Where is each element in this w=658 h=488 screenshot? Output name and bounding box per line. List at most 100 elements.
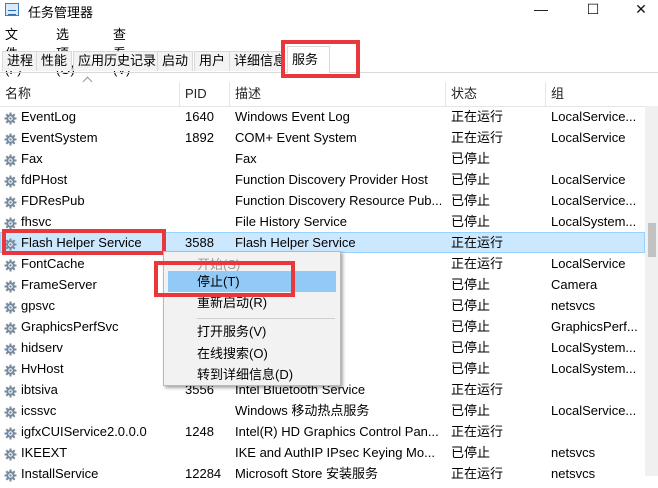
tab-services[interactable]: 服务 <box>287 46 330 73</box>
menu-search-online[interactable]: 在线搜索(O) <box>164 343 340 364</box>
service-gear-icon <box>4 383 17 398</box>
service-description: Flash Helper Service <box>235 235 356 250</box>
service-status: 已停止 <box>451 193 491 208</box>
service-status: 已停止 <box>451 319 491 334</box>
column-description[interactable]: 描述 <box>230 82 446 106</box>
service-gear-icon <box>4 467 17 482</box>
service-pid: 12284 <box>185 466 222 481</box>
tab-app-history[interactable]: 应用历史记录 <box>73 51 162 71</box>
service-status: 已停止 <box>451 172 491 187</box>
service-gear-icon <box>4 194 17 209</box>
service-name: fhsvc <box>21 214 52 229</box>
service-name: Flash Helper Service <box>21 235 142 250</box>
service-name: Fax <box>21 151 43 166</box>
menu-go-to-details[interactable]: 转到详细信息(D) <box>164 364 340 385</box>
table-row[interactable]: EventLog 1640 Windows Event Log 正在运行 LocalSe… <box>0 106 645 127</box>
menu-restart[interactable]: 重新启动(R) <box>164 292 340 313</box>
table-row[interactable]: icssvc Windows 移动热点服务 已停止 LocalService... <box>0 400 645 421</box>
service-pid: 3588 <box>185 235 214 250</box>
service-description: File History Service <box>235 214 347 229</box>
service-status: 已停止 <box>451 361 491 376</box>
service-description: Microsoft Store 安装服务 <box>235 466 379 481</box>
table-row[interactable]: Flash Helper Service 3588 Flash Helper Ser… <box>0 232 645 253</box>
table-row[interactable]: igfxCUIService2.0.0.0 1248 Intel(R) HD Gra… <box>0 421 645 442</box>
menu-stop[interactable]: 停止(T) <box>168 271 336 292</box>
service-group: netsvcs <box>551 298 596 313</box>
window-title: 任务管理器 <box>28 5 94 20</box>
service-gear-icon <box>4 236 17 251</box>
service-name: FrameServer <box>21 277 97 292</box>
service-group: Camera <box>551 277 598 292</box>
tab-processes[interactable]: 进程 <box>2 51 39 71</box>
service-group: netsvcs <box>551 466 596 481</box>
service-status: 正在运行 <box>451 235 504 250</box>
service-name: HvHost <box>21 361 64 376</box>
tab-details[interactable]: 详细信息 <box>229 51 284 71</box>
minimize-button[interactable]: — <box>518 0 564 20</box>
service-status: 已停止 <box>451 151 491 166</box>
service-group: GraphicsPerf... <box>551 319 638 334</box>
context-menu: 开始(S) 停止(T) 重新启动(R) 打开服务(V) 在线搜索(O) 转到详细… <box>163 251 341 386</box>
table-row[interactable]: InstallService 12284 Microsoft Store 安装服务 正… <box>0 463 645 484</box>
table-row[interactable]: IKEEXT IKE and AuthIP IPsec Keying Mo... 已… <box>0 442 645 463</box>
table-row[interactable]: EventSystem 1892 COM+ Event System 正在运行 Loca… <box>0 127 645 148</box>
service-status: 正在运行 <box>451 256 504 271</box>
table-row[interactable]: fhsvc File History Service 已停止 LocalSystem.… <box>0 211 645 232</box>
service-name: gpsvc <box>21 298 55 313</box>
service-gear-icon <box>4 425 17 440</box>
service-group: LocalSystem... <box>551 340 637 355</box>
scrollbar-thumb[interactable] <box>648 223 656 257</box>
service-status: 已停止 <box>451 214 491 229</box>
service-gear-icon <box>4 404 17 419</box>
tab-startup[interactable]: 启动 <box>157 51 194 71</box>
service-status: 已停止 <box>451 340 491 355</box>
service-gear-icon <box>4 362 17 377</box>
service-gear-icon <box>4 320 17 335</box>
service-gear-icon <box>4 299 17 314</box>
service-gear-icon <box>4 173 17 188</box>
column-status[interactable]: 状态 <box>446 82 546 106</box>
menu-separator <box>197 318 335 319</box>
service-gear-icon <box>4 152 17 167</box>
vertical-scrollbar[interactable] <box>645 106 658 476</box>
service-status: 正在运行 <box>451 109 504 124</box>
title-bar: 任务管理器 — ☐ ✕ <box>0 0 658 20</box>
column-pid[interactable]: PID <box>180 82 230 106</box>
service-gear-icon <box>4 446 17 461</box>
tab-performance[interactable]: 性能 <box>36 51 73 71</box>
service-gear-icon <box>4 131 17 146</box>
service-status: 已停止 <box>451 277 491 292</box>
service-description: Fax <box>235 151 257 166</box>
service-group: LocalSystem... <box>551 214 637 229</box>
service-pid: 1892 <box>185 130 214 145</box>
service-name: InstallService <box>21 466 99 481</box>
service-name: EventLog <box>21 109 76 124</box>
service-group: LocalService <box>551 172 626 187</box>
tab-bar: 进程 性能 应用历史记录 启动 用户 详细信息 服务 <box>0 44 658 73</box>
service-status: 正在运行 <box>451 130 504 145</box>
table-row[interactable]: fdPHost Function Discovery Provider Host 已… <box>0 169 645 190</box>
tab-users[interactable]: 用户 <box>194 51 231 71</box>
table-row[interactable]: FDResPub Function Discovery Resource Pub.… <box>0 190 645 211</box>
column-header: 名称 PID 描述 状态 组 <box>0 82 658 107</box>
service-gear-icon <box>4 341 17 356</box>
service-status: 已停止 <box>451 298 491 313</box>
table-row[interactable]: Fax Fax 已停止 <box>0 148 645 169</box>
service-name: hidserv <box>21 340 63 355</box>
service-group: LocalSystem... <box>551 361 637 376</box>
close-button[interactable]: ✕ <box>618 0 658 20</box>
service-gear-icon <box>4 257 17 272</box>
maximize-button[interactable]: ☐ <box>570 0 616 20</box>
service-status: 已停止 <box>451 403 491 418</box>
service-gear-icon <box>4 215 17 230</box>
menu-open-services[interactable]: 打开服务(V) <box>164 321 340 342</box>
service-description: IKE and AuthIP IPsec Keying Mo... <box>235 445 435 460</box>
service-pid: 1640 <box>185 109 214 124</box>
service-name: EventSystem <box>21 130 98 145</box>
service-status: 正在运行 <box>451 466 504 481</box>
service-name: IKEEXT <box>21 445 68 460</box>
column-group[interactable]: 组 <box>546 82 645 106</box>
service-group: LocalService... <box>551 403 637 418</box>
column-name[interactable]: 名称 <box>0 82 180 106</box>
service-name: ibtsiva <box>21 382 58 397</box>
